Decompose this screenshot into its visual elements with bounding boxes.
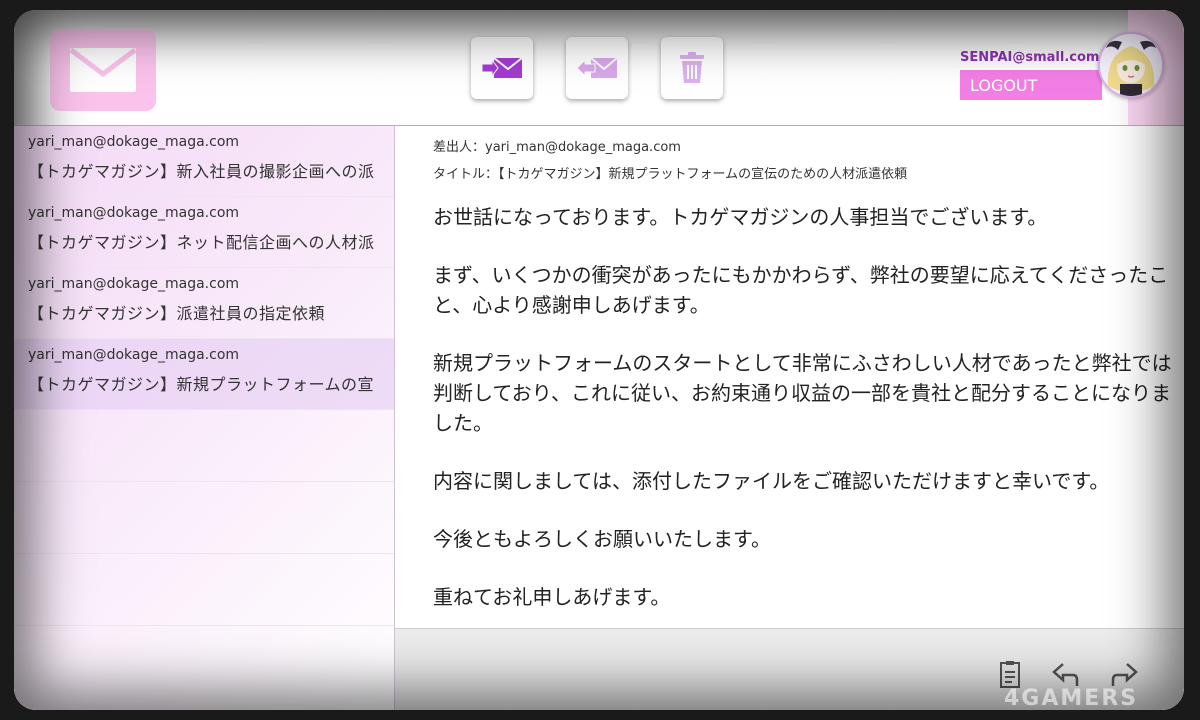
- mail-subject: 【トカゲマガジン】新規プラットフォームの宣: [28, 375, 375, 394]
- mail-app-logo: [50, 29, 156, 111]
- message-header: 差出人：yari_man@dokage_maga.com タイトル：【トカゲマガ…: [433, 136, 907, 190]
- list-item-selected[interactable]: yari_man@dokage_maga.com 【トカゲマガジン】新規プラット…: [14, 339, 394, 410]
- send-mail-icon: [481, 57, 523, 78]
- message-body: お世話になっております。トカゲマガジンの人事担当でございます。 まず、いくつかの…: [433, 202, 1173, 628]
- mail-sender: yari_man@dokage_maga.com: [28, 205, 240, 221]
- message-title: タイトル：【トカゲマガジン】新規プラットフォームの宣伝のための人材派遣依頼: [433, 167, 908, 182]
- list-item[interactable]: yari_man@dokage_maga.com 【トカゲマガジン】派遣社員の指…: [14, 268, 394, 339]
- compose-button[interactable]: [471, 37, 533, 99]
- mail-sender: yari_man@dokage_maga.com: [28, 134, 240, 150]
- message-paragraph: 重ねてお礼申しあげます。: [433, 585, 671, 609]
- message-sender: 差出人：yari_man@dokage_maga.com: [433, 140, 681, 155]
- delete-button[interactable]: [661, 37, 723, 99]
- logout-button[interactable]: LOGOUT: [960, 70, 1102, 100]
- account-email: SENPAI@small.com: [960, 50, 1100, 65]
- reply-mail-icon: [576, 57, 618, 78]
- list-item[interactable]: yari_man@dokage_maga.com 【トカゲマガジン】ネット配信企…: [14, 197, 394, 268]
- character-portrait-icon: [1100, 34, 1162, 96]
- mail-subject: 【トカゲマガジン】派遣社員の指定依頼: [28, 304, 326, 323]
- message-pane: 差出人：yari_man@dokage_maga.com タイトル：【トカゲマガ…: [395, 126, 1184, 628]
- reply-arrow-icon: [1052, 663, 1079, 686]
- message-paragraph: 内容に関しましては、添付したファイルをご確認いただけますと幸いです。: [433, 469, 1110, 493]
- list-item[interactable]: yari_man@dokage_maga.com 【トカゲマガジン】新入社員の撮…: [14, 126, 394, 197]
- inbox-list: yari_man@dokage_maga.com 【トカゲマガジン】新入社員の撮…: [14, 126, 395, 710]
- trash-icon: [680, 52, 704, 83]
- mail-subject: 【トカゲマガジン】ネット配信企画への人材派: [28, 233, 375, 252]
- message-paragraph: お世話になっております。トカゲマガジンの人事担当でございます。: [433, 205, 1048, 229]
- list-item-empty: [14, 410, 394, 482]
- list-item-empty: [14, 482, 394, 554]
- watermark: 4GAMERS: [1004, 686, 1139, 711]
- message-paragraph: 新規プラットフォームのスタートとして非常にふさわしい人材であったと弊社では判断し…: [433, 351, 1172, 435]
- mail-subject: 【トカゲマガジン】新入社員の撮影企画への派: [28, 162, 375, 181]
- mail-envelope-icon: [69, 48, 137, 92]
- mail-sender: yari_man@dokage_maga.com: [28, 347, 240, 363]
- avatar[interactable]: [1098, 32, 1164, 98]
- list-item-empty: [14, 554, 394, 626]
- reply-button[interactable]: [566, 37, 628, 99]
- forward-arrow-icon: [1111, 663, 1138, 686]
- mail-sender: yari_man@dokage_maga.com: [28, 276, 240, 292]
- message-paragraph: 今後ともよろしくお願いいたします。: [433, 527, 771, 551]
- message-paragraph: まず、いくつかの衝突があったにもかかわらず、弊社の要望に応えてくださったこと、心…: [433, 263, 1169, 317]
- game-window: SENPAI@small.com LOGOUT yari_man@dokage_…: [14, 10, 1184, 710]
